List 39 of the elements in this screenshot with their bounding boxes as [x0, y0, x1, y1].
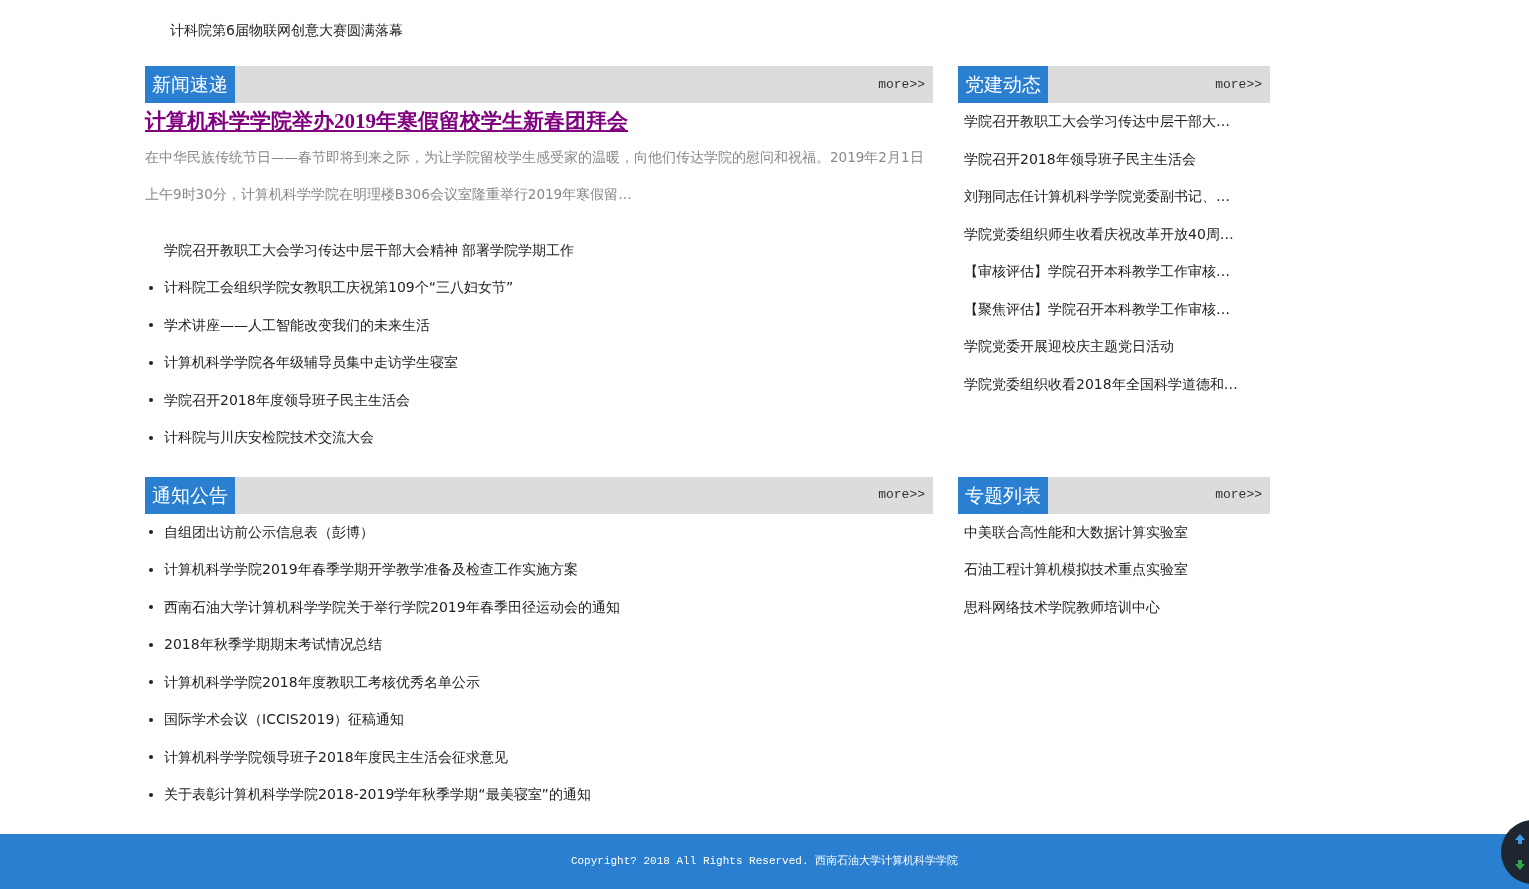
news-link[interactable]: 学院召开2018年领导班子民主生活会: [964, 148, 1196, 170]
news-link[interactable]: 【审核评估】学院召开本科教学工作审核…: [964, 261, 1230, 283]
up-arrow-icon[interactable]: [1514, 833, 1526, 845]
section-title: 党建动态: [958, 66, 1048, 103]
news-summary: 在中华民族传统节日——春节即将到来之际，为让学院留校学生感受家的温暖，向他们传达学院的慰问和祝福。2019年2月1日上午9时30分，计算机科学学院在明理楼B306会议室隆重举行2019年寒假留…: [145, 147, 925, 204]
news-link[interactable]: 学院党委开展迎校庆主题党日活动: [964, 336, 1174, 358]
more-link[interactable]: more>>: [878, 66, 933, 103]
section-title: 专题列表: [958, 476, 1048, 514]
news-link[interactable]: 【聚焦评估】学院召开本科教学工作审核…: [964, 298, 1230, 320]
news-link[interactable]: 计算机科学学院各年级辅导员集中走访学生寝室: [164, 352, 458, 374]
section-title: 新闻速递: [145, 66, 235, 103]
news-link[interactable]: 国际学术会议（ICCIS2019）征稿通知: [164, 709, 405, 731]
down-arrow-icon[interactable]: [1514, 859, 1526, 871]
news-link[interactable]: 计科院第6届物联网创意大赛圆满落幕: [170, 22, 403, 38]
news-link[interactable]: 自组团出访前公示信息表（彭博）: [164, 521, 374, 543]
more-link[interactable]: more>>: [1215, 476, 1270, 514]
news-link[interactable]: 学院召开教职工大会学习传达中层干部大…: [964, 111, 1230, 133]
news-link[interactable]: 计科院与川庆安检院技术交流大会: [164, 427, 374, 449]
headline-link[interactable]: 计算机科学学院举办2019年寒假留校学生新春团拜会: [145, 106, 933, 138]
news-link[interactable]: 计算机科学学院领导班子2018年度民主生活会征求意见: [164, 746, 508, 768]
news-link[interactable]: 计算机科学学院2018年度教职工考核优秀名单公示: [164, 671, 480, 693]
more-link[interactable]: more>>: [1215, 66, 1270, 103]
news-link[interactable]: 计科院工会组织学院女教职工庆祝第109个“三八妇女节”: [164, 277, 514, 299]
news-link[interactable]: 学院党委组织师生收看庆祝改革开放40周…: [964, 223, 1234, 245]
news-link[interactable]: 石油工程计算机模拟技术重点实验室: [964, 559, 1188, 581]
section-title: 通知公告: [145, 476, 235, 514]
news-link[interactable]: 刘翔同志任计算机科学学院党委副书记、…: [964, 186, 1230, 208]
news-link[interactable]: 2018年秋季学期期末考试情况总结: [164, 634, 382, 656]
news-link[interactable]: 关于表彰计算机科学学院2018-2019学年秋季学期“最美寝室”的通知: [164, 784, 591, 806]
copyright-text: Copyright? 2018 All Rights Reserved. 西南石油大学计算机科学学院: [570, 854, 959, 870]
news-link[interactable]: 学院召开教职工大会学习传达中层干部大会精神 部署学院学期工作: [164, 239, 575, 261]
news-link[interactable]: 学术讲座——人工智能改变我们的未来生活: [164, 314, 430, 336]
more-link[interactable]: more>>: [878, 476, 933, 514]
news-link[interactable]: 学院召开2018年度领导班子民主生活会: [164, 389, 410, 411]
news-link[interactable]: 思科网络技术学院教师培训中心: [964, 596, 1160, 618]
news-link[interactable]: 计算机科学学院2019年春季学期开学教学准备及检查工作实施方案: [164, 559, 578, 581]
news-link[interactable]: 中美联合高性能和大数据计算实验室: [964, 521, 1188, 543]
news-link[interactable]: 学院党委组织收看2018年全国科学道德和…: [964, 373, 1238, 395]
news-link[interactable]: 西南石油大学计算机科学学院关于举行学院2019年春季田径运动会的通知: [164, 596, 620, 618]
